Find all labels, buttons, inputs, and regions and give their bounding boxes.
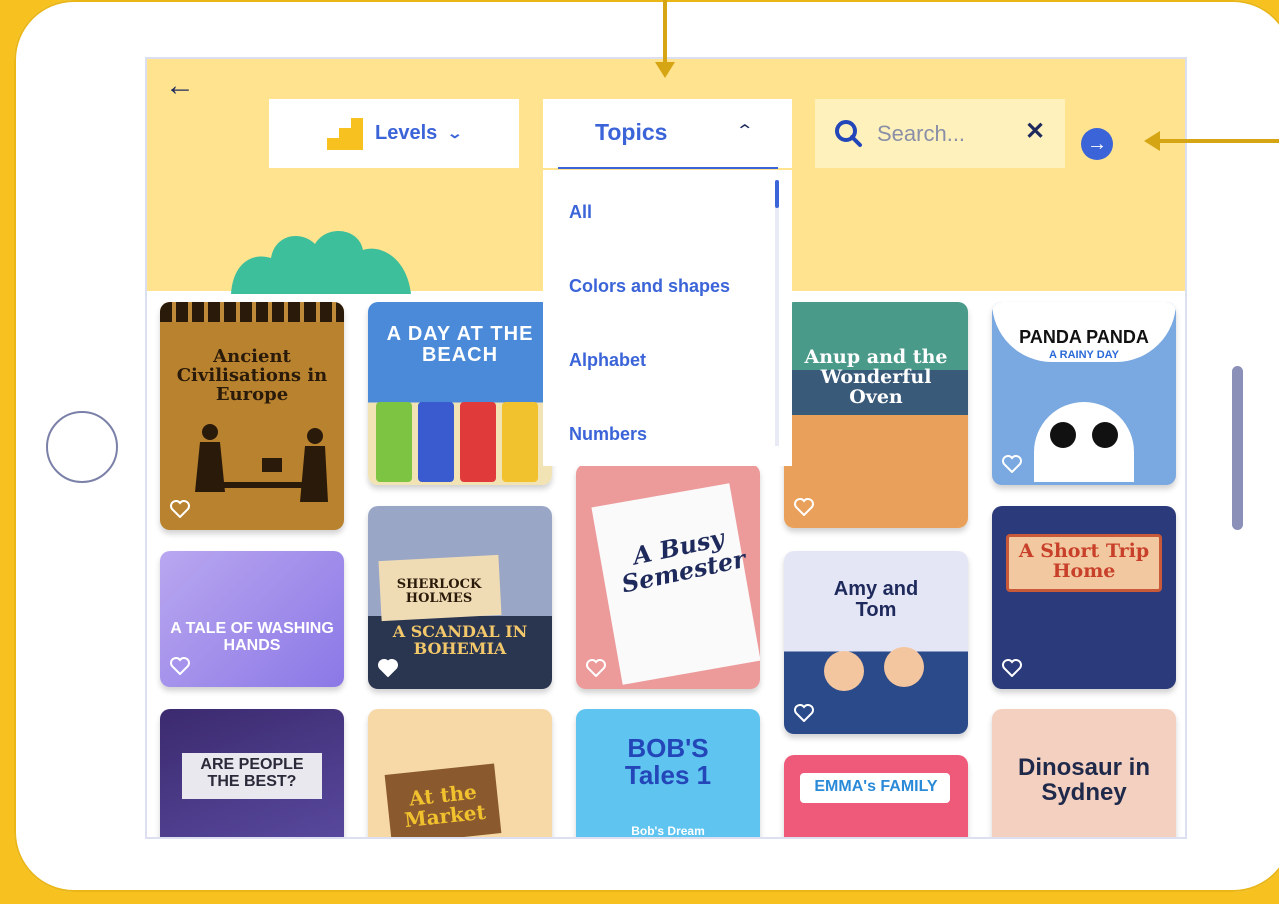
heart-icon[interactable] [1002, 659, 1022, 677]
topics-underline [558, 167, 778, 169]
topic-item-all[interactable]: All [569, 202, 592, 223]
heart-icon[interactable] [586, 659, 606, 677]
book-card[interactable]: PANDA PANDA A RAINY DAY [992, 302, 1176, 485]
search-input[interactable] [875, 117, 999, 151]
annotation-arrow-down [663, 0, 667, 70]
clear-search-icon[interactable]: ✕ [1025, 117, 1045, 146]
book-title: A DAY AT THE BEACH [386, 323, 534, 366]
heart-icon[interactable] [794, 498, 814, 516]
book-card[interactable]: A Short Trip Home [992, 506, 1176, 689]
heart-icon[interactable] [794, 704, 814, 722]
book-title: Amy and Tom [833, 578, 919, 621]
book-title: Dinosaur in Sydney [1017, 754, 1150, 807]
book-title: A TALE OF WASHING HANDS [170, 620, 334, 654]
home-button[interactable] [46, 411, 118, 483]
book-card[interactable]: ARE PEOPLE THE BEST? [160, 709, 344, 837]
book-title: PANDA PANDA [1019, 327, 1149, 347]
levels-label: Levels [375, 122, 438, 144]
back-arrow-icon[interactable]: ← [165, 71, 197, 101]
book-title: ARE PEOPLE THE BEST? [200, 756, 304, 790]
book-card[interactable]: SHERLOCK HOLMES A SCANDAL IN BOHEMIA [368, 506, 552, 689]
search-go-button[interactable]: → [1081, 128, 1113, 160]
book-card[interactable]: Ancient Civilisations in Europe [160, 302, 344, 530]
book-title: Anup and the Wonderful Oven [804, 346, 948, 408]
annotation-arrowhead-down [655, 62, 675, 78]
stairs-icon [327, 117, 363, 150]
heart-icon[interactable] [170, 500, 190, 518]
topic-item-numbers[interactable]: Numbers [569, 424, 647, 445]
figures-illustration [195, 424, 328, 502]
book-title: Ancient Civilisations in Europe [176, 346, 328, 405]
book-card[interactable]: EMMA's FAMILY [784, 755, 968, 837]
book-title: EMMA's FAMILY [814, 778, 938, 795]
search-box: ✕ [815, 99, 1065, 168]
book-card[interactable]: Anup and the Wonderful Oven [784, 302, 968, 528]
book-subtitle: Bob's Dream [631, 824, 705, 838]
book-title: BOB'S Tales 1 [624, 733, 712, 791]
annotation-arrow-left [1160, 139, 1279, 143]
topics-scroll-thumb[interactable] [775, 180, 779, 208]
book-card[interactable]: At the Market [368, 709, 552, 837]
levels-dropdown[interactable]: Levels ⌄ [269, 99, 519, 168]
annotation-arrowhead-left [1144, 131, 1160, 151]
app-screen: ← Levels ⌄ Topics ⌃ ✕ → All Col [145, 57, 1187, 839]
topic-item-alphabet[interactable]: Alphabet [569, 350, 646, 371]
book-card[interactable]: A Busy Semester [576, 464, 760, 689]
chevron-down-icon: ⌄ [446, 125, 464, 141]
book-title: A Short Trip Home [1018, 540, 1150, 582]
chevron-up-icon[interactable]: ⌃ [735, 121, 754, 141]
topics-dropdown[interactable]: Topics ⌃ [543, 99, 792, 169]
topic-item-colors-and-shapes[interactable]: Colors and shapes [569, 276, 730, 297]
bush-illustration [231, 231, 411, 294]
book-card[interactable]: Dinosaur in Sydney [992, 709, 1176, 837]
book-subtitle: A SCANDAL IN BOHEMIA [392, 622, 528, 658]
topics-scroll-track [775, 180, 779, 446]
topics-menu: All Colors and shapes Alphabet Numbers [543, 170, 792, 466]
book-card[interactable]: BOB'S Tales 1 Bob's Dream [576, 709, 760, 838]
topics-label: Topics [595, 119, 668, 145]
book-subtitle: A RAINY DAY [1049, 349, 1119, 361]
heart-icon[interactable] [1002, 455, 1022, 473]
book-title: At the Market [403, 779, 487, 833]
scrollbar-indicator[interactable] [1232, 366, 1243, 530]
search-icon [835, 120, 862, 147]
book-card[interactable]: Amy and Tom [784, 551, 968, 734]
heart-icon[interactable] [378, 659, 398, 677]
book-card[interactable]: A TALE OF WASHING HANDS [160, 551, 344, 687]
book-card[interactable]: A DAY AT THE BEACH [368, 302, 552, 485]
heart-icon[interactable] [170, 657, 190, 675]
book-title: SHERLOCK HOLMES [396, 577, 482, 606]
